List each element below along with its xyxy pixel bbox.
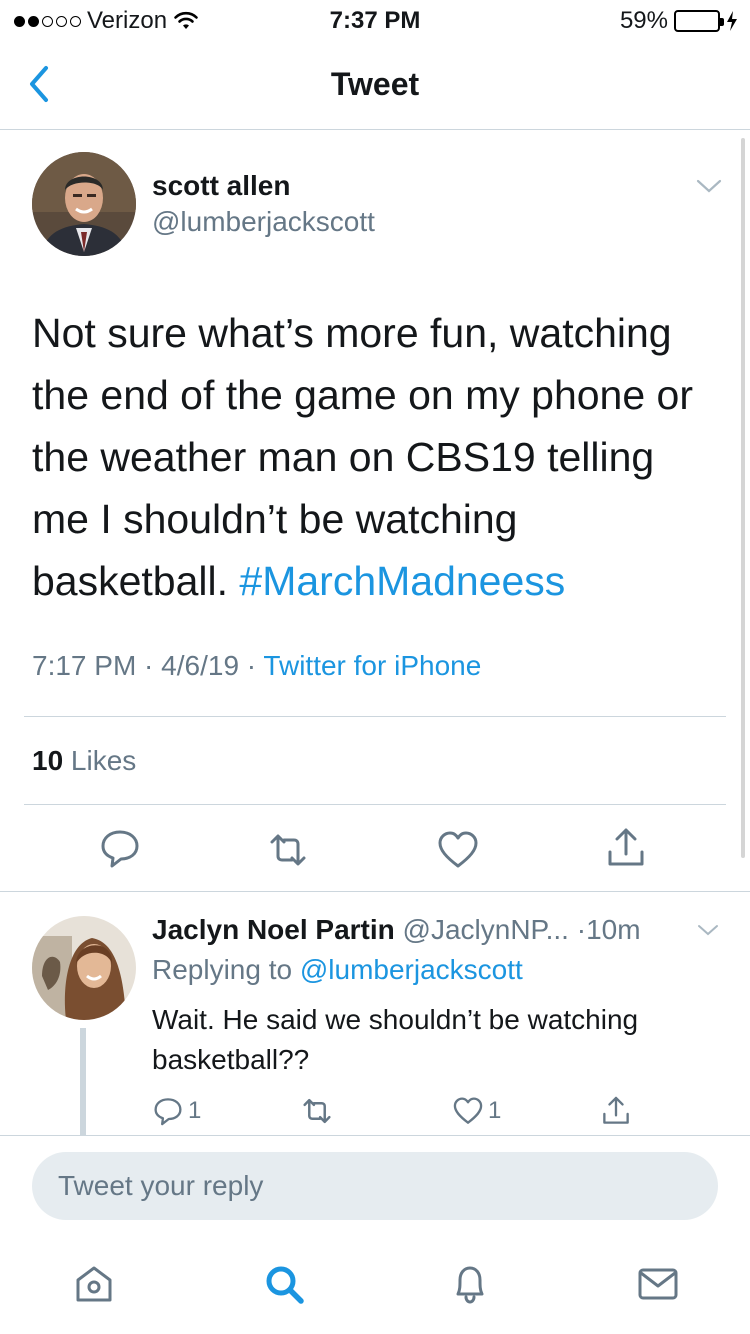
battery-icon bbox=[674, 10, 724, 32]
avatar[interactable] bbox=[32, 152, 136, 256]
replying-prefix: Replying to bbox=[152, 954, 300, 985]
reply-like-button[interactable]: 1 bbox=[452, 1094, 501, 1128]
author-name[interactable]: scott allen bbox=[152, 170, 290, 202]
tweet-source-link[interactable]: Twitter for iPhone bbox=[263, 650, 481, 681]
chevron-down-icon[interactable] bbox=[694, 176, 724, 196]
heart-icon bbox=[453, 1097, 483, 1124]
reply-author-name[interactable]: Jaclyn Noel Partin bbox=[152, 914, 395, 945]
reply-composer[interactable] bbox=[32, 1152, 718, 1220]
divider bbox=[24, 716, 726, 717]
divider bbox=[0, 891, 750, 892]
reply-icon[interactable] bbox=[98, 826, 142, 870]
nav-bar: Tweet bbox=[0, 40, 750, 130]
reply-share-button[interactable] bbox=[600, 1094, 632, 1128]
retweet-icon[interactable] bbox=[266, 828, 310, 872]
reply-reply-button[interactable]: 1 bbox=[152, 1094, 201, 1128]
meta-separator: · bbox=[239, 650, 264, 681]
home-icon[interactable] bbox=[72, 1262, 116, 1306]
charging-icon bbox=[727, 11, 737, 31]
reply-author-handle[interactable]: @JaclynNP... bbox=[395, 914, 569, 945]
share-icon[interactable] bbox=[604, 826, 648, 870]
battery-percent: 59% bbox=[619, 7, 668, 34]
battery-indicator: 59% bbox=[620, 7, 738, 35]
tweet-date: 4/6/19 bbox=[161, 650, 240, 681]
reply-header: Jaclyn Noel Partin @JaclynNP... ·10m bbox=[152, 914, 641, 946]
likes-count[interactable]: 10 Likes bbox=[32, 745, 136, 777]
author-handle[interactable]: @lumberjackscott bbox=[152, 206, 375, 238]
notifications-icon[interactable] bbox=[448, 1262, 492, 1306]
reply-icon bbox=[154, 1098, 182, 1126]
likes-label: Likes bbox=[63, 745, 137, 776]
reply-input[interactable] bbox=[32, 1152, 718, 1220]
share-icon bbox=[603, 1096, 629, 1124]
reply-text: Wait. He said we shouldn’t be watching b… bbox=[152, 1004, 639, 1075]
search-icon[interactable] bbox=[262, 1262, 306, 1306]
replying-to-link[interactable]: @lumberjackscott bbox=[300, 954, 523, 985]
reply-retweet-button[interactable] bbox=[300, 1094, 334, 1128]
divider bbox=[0, 1135, 750, 1136]
tweet-text: Not sure what’s more fun, watching the e… bbox=[32, 302, 722, 612]
reply-time: ·10m bbox=[568, 914, 641, 945]
messages-icon[interactable] bbox=[636, 1262, 680, 1306]
heart-icon[interactable] bbox=[436, 828, 480, 872]
reply-count: 1 bbox=[188, 1097, 202, 1124]
divider bbox=[24, 804, 726, 805]
reply-avatar[interactable] bbox=[32, 916, 136, 1020]
likes-number: 10 bbox=[32, 745, 64, 776]
page-title: Tweet bbox=[330, 66, 420, 102]
status-bar: Verizon 7:37 PM 59% bbox=[0, 0, 750, 40]
scrollbar[interactable] bbox=[741, 138, 745, 858]
hashtag-link[interactable]: #MarchMadneess bbox=[239, 558, 565, 604]
replying-to: Replying to @lumberjackscott bbox=[152, 954, 523, 986]
like-count: 1 bbox=[488, 1097, 502, 1124]
meta-separator: · bbox=[136, 650, 162, 681]
tweet-time: 7:17 PM bbox=[32, 650, 137, 681]
thread-line bbox=[80, 1028, 86, 1136]
tweet-meta: 7:17 PM · 4/6/19 · Twitter for iPhone bbox=[32, 650, 481, 682]
chevron-down-icon[interactable] bbox=[696, 922, 720, 938]
retweet-icon bbox=[303, 1098, 331, 1124]
